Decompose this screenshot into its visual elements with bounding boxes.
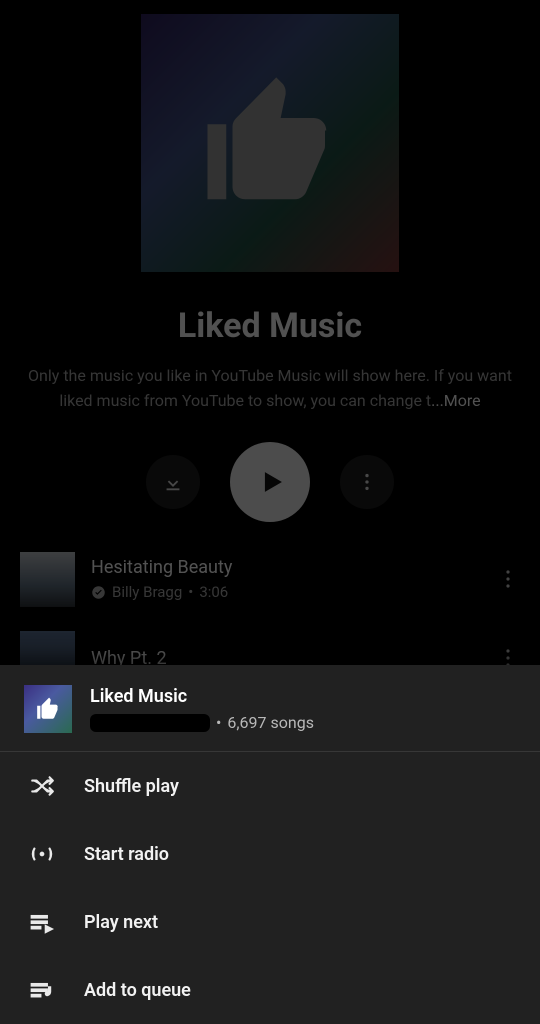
playlist-actions xyxy=(146,442,394,522)
track-title: Hesitating Beauty xyxy=(91,557,480,578)
play-button[interactable] xyxy=(230,442,310,522)
add-queue-icon xyxy=(28,976,56,1004)
sheet-title: Liked Music xyxy=(90,686,516,707)
track-row[interactable]: Hesitating Beauty Billy Bragg•3:06 xyxy=(20,552,520,607)
menu-item-label: Start radio xyxy=(84,844,169,865)
download-icon xyxy=(162,471,184,493)
overflow-button[interactable] xyxy=(340,455,394,509)
sheet-count: 6,697 songs xyxy=(227,713,314,732)
sheet-owner-redacted xyxy=(90,714,210,732)
more-link[interactable]: ...More xyxy=(431,391,481,410)
menu-add-to-queue[interactable]: Add to queue xyxy=(0,956,540,1024)
radio-icon xyxy=(28,840,56,868)
sheet-header: Liked Music • 6,697 songs xyxy=(0,665,540,752)
menu-item-label: Add to queue xyxy=(84,980,191,1001)
more-vert-icon xyxy=(356,471,378,493)
download-button[interactable] xyxy=(146,455,200,509)
play-icon xyxy=(255,465,289,499)
playlist-cover xyxy=(141,14,399,272)
track-subtitle: Billy Bragg•3:06 xyxy=(91,583,480,601)
menu-start-radio[interactable]: Start radio xyxy=(0,820,540,888)
thumbs-up-icon xyxy=(35,696,61,722)
play-next-icon xyxy=(28,908,56,936)
menu-item-label: Play next xyxy=(84,912,158,933)
playlist-description: Only the music you like in YouTube Music… xyxy=(0,364,540,414)
playlist-title: Liked Music xyxy=(178,306,362,346)
track-thumbnail xyxy=(20,552,75,607)
thumbs-up-icon xyxy=(195,68,345,218)
sheet-subtitle: • 6,697 songs xyxy=(90,713,516,732)
track-more-icon[interactable] xyxy=(496,567,520,591)
bottom-sheet: Liked Music • 6,697 songs Shuffle play S… xyxy=(0,665,540,1024)
menu-play-next[interactable]: Play next xyxy=(0,888,540,956)
verified-icon xyxy=(91,585,106,600)
menu-item-label: Shuffle play xyxy=(84,776,179,797)
sheet-cover xyxy=(24,685,72,733)
menu-shuffle-play[interactable]: Shuffle play xyxy=(0,752,540,820)
shuffle-icon xyxy=(28,772,56,800)
track-info: Hesitating Beauty Billy Bragg•3:06 xyxy=(91,557,480,601)
